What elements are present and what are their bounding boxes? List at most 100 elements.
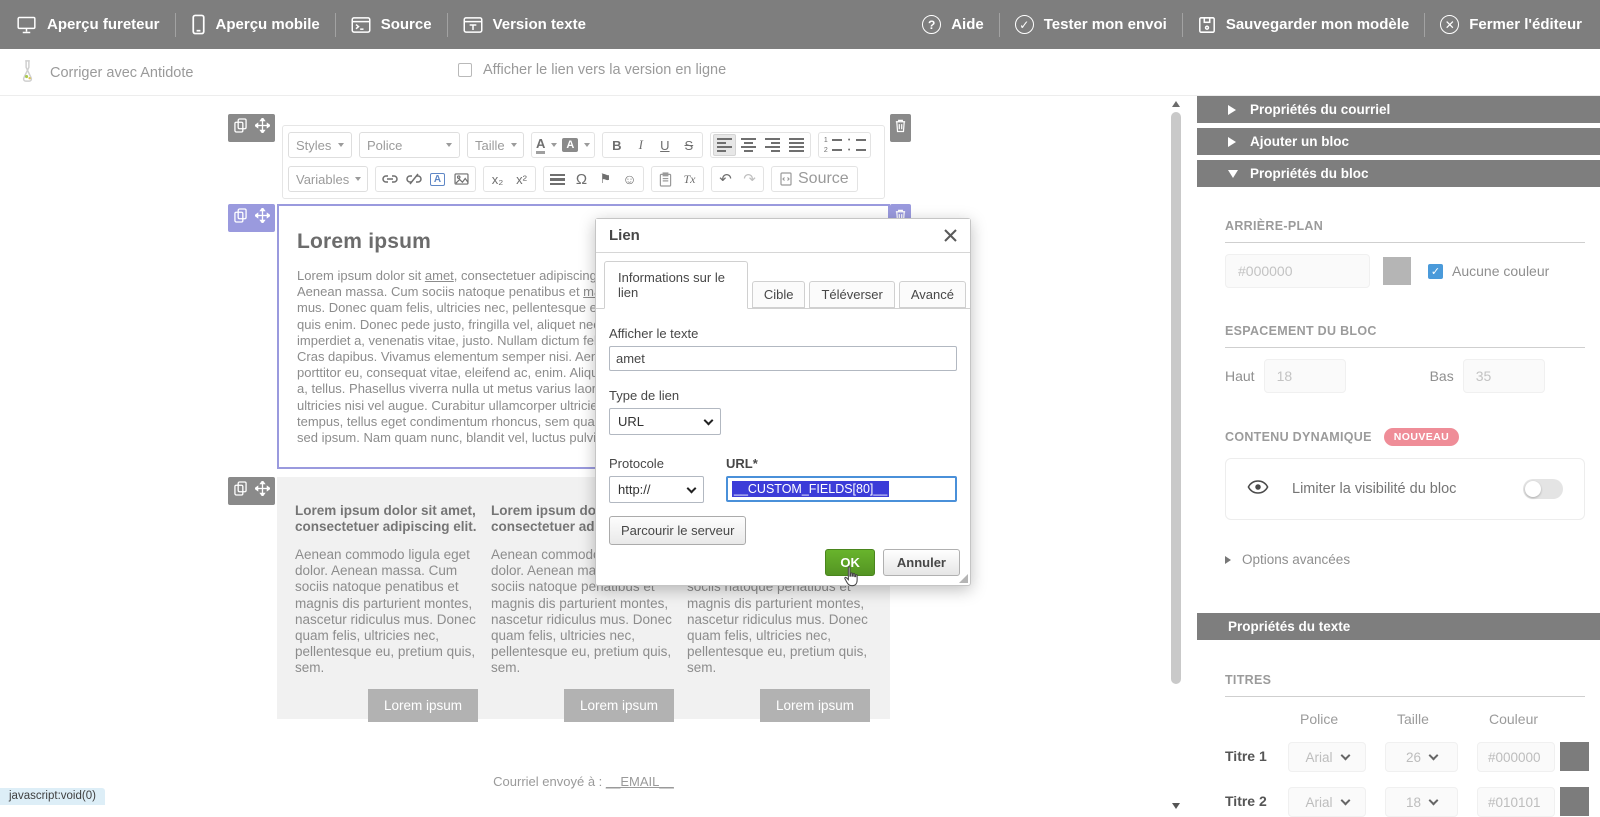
undo-button[interactable]: ↶ bbox=[714, 168, 737, 190]
title2-color-input[interactable]: #010101 bbox=[1477, 787, 1555, 817]
chevron-down-icon bbox=[584, 143, 591, 147]
align-right-button[interactable] bbox=[761, 134, 784, 156]
column-button[interactable]: Lorem ipsum bbox=[759, 688, 870, 722]
resize-grip[interactable] bbox=[959, 574, 968, 583]
clean-group: Tx bbox=[651, 166, 704, 192]
align-left-button[interactable] bbox=[713, 134, 737, 156]
url-input[interactable]: __CUSTOM_FIELDS[80]__ bbox=[726, 476, 957, 502]
column-button[interactable]: Lorem ipsum bbox=[367, 688, 478, 722]
block-handle-columns[interactable] bbox=[228, 477, 275, 505]
section-email-properties[interactable]: Propriétés du courriel bbox=[1197, 96, 1600, 123]
cancel-button[interactable]: Annuler bbox=[882, 549, 960, 576]
chevron-down-icon bbox=[1340, 795, 1350, 805]
tab-upload[interactable]: Téléverser bbox=[809, 281, 895, 308]
bold-button[interactable]: B bbox=[605, 134, 628, 156]
chevron-down-icon bbox=[703, 415, 714, 425]
tab-advanced[interactable]: Avancé bbox=[898, 281, 966, 308]
link-button[interactable] bbox=[378, 168, 401, 190]
special-char-button[interactable]: Ω bbox=[570, 168, 593, 190]
test-send-button[interactable]: ✓ Tester mon envoi bbox=[1014, 15, 1167, 34]
underline-button[interactable]: U bbox=[653, 134, 676, 156]
police-dropdown[interactable]: Police bbox=[359, 132, 460, 158]
title1-color-input[interactable]: #000000 bbox=[1477, 742, 1555, 772]
source-button[interactable]: Source bbox=[771, 166, 858, 192]
taille-dropdown[interactable]: Taille bbox=[467, 132, 524, 158]
flag-button[interactable]: ⚑ bbox=[594, 168, 617, 190]
superscript-button[interactable]: x² bbox=[510, 168, 533, 190]
protocol-select[interactable]: http:// bbox=[609, 476, 704, 503]
section-text-properties[interactable]: Propriétés du texte bbox=[1197, 613, 1600, 640]
redo-button[interactable]: ↷ bbox=[738, 168, 761, 190]
protocol-label: Protocole bbox=[609, 456, 664, 471]
no-color-checkbox[interactable] bbox=[1428, 263, 1443, 279]
paste-button[interactable] bbox=[654, 168, 677, 190]
spacing-top-input[interactable] bbox=[1263, 359, 1346, 393]
scrollbar-thumb[interactable] bbox=[1171, 112, 1181, 684]
link-type-select[interactable]: URL bbox=[609, 408, 721, 435]
preview-mobile-button[interactable]: Aperçu mobile bbox=[191, 14, 320, 35]
display-text-input[interactable] bbox=[609, 346, 957, 371]
preview-browser-button[interactable]: Aperçu fureteur bbox=[16, 15, 160, 35]
paragraph-part: Lorem ipsum dolor sit bbox=[297, 268, 425, 283]
text-color-button[interactable]: A bbox=[534, 134, 559, 156]
styles-dropdown[interactable]: Styles bbox=[288, 132, 352, 158]
delete-block-toolbar-button[interactable] bbox=[890, 114, 911, 142]
text-version-button[interactable]: Version texte bbox=[463, 16, 586, 34]
remove-format-button[interactable]: Tx bbox=[678, 168, 701, 190]
browse-server-button[interactable]: Parcourir le serveur bbox=[609, 516, 747, 545]
chevron-down-icon bbox=[355, 177, 362, 181]
align-justify-button[interactable] bbox=[785, 134, 808, 156]
close-editor-button[interactable]: ✕ Fermer l'éditeur bbox=[1440, 15, 1582, 34]
italic-button[interactable]: I bbox=[629, 134, 652, 156]
source-button-top[interactable]: Source bbox=[351, 16, 432, 34]
police-dropdown-label: Police bbox=[367, 137, 403, 153]
section-add-block[interactable]: Ajouter un bloc bbox=[1197, 128, 1600, 155]
spacing-bottom-input[interactable] bbox=[1462, 359, 1545, 393]
anchor-button[interactable]: A bbox=[426, 168, 449, 190]
title1-color-swatch[interactable] bbox=[1560, 742, 1589, 771]
ok-button[interactable]: OK bbox=[825, 549, 875, 576]
scroll-up-arrow-icon[interactable] bbox=[1172, 101, 1180, 107]
title2-size-select[interactable]: 18 bbox=[1385, 787, 1458, 817]
dialog-title-bar[interactable]: Lien bbox=[596, 219, 970, 253]
online-version-checkbox[interactable] bbox=[458, 63, 472, 77]
save-template-button[interactable]: Sauvegarder mon modèle bbox=[1198, 16, 1409, 34]
strikethrough-button[interactable]: S bbox=[677, 134, 700, 156]
visibility-toggle[interactable] bbox=[1523, 479, 1563, 499]
bg-color-button[interactable]: A bbox=[560, 134, 592, 156]
tab-target[interactable]: Cible bbox=[751, 281, 806, 308]
horizontal-rule-button[interactable] bbox=[546, 168, 569, 190]
title2-font-select[interactable]: Arial bbox=[1288, 787, 1366, 817]
antidote-button[interactable]: Corriger avec Antidote bbox=[18, 59, 193, 87]
subscript-button[interactable]: x₂ bbox=[486, 168, 509, 190]
scroll-down-arrow-icon[interactable] bbox=[1172, 803, 1180, 809]
background-color-row: Aucune couleur bbox=[1225, 254, 1585, 288]
image-button[interactable] bbox=[450, 168, 473, 190]
online-version-option[interactable]: Afficher le lien vers la version en lign… bbox=[458, 62, 726, 78]
background-color-input[interactable] bbox=[1225, 254, 1370, 288]
section-block-properties[interactable]: Propriétés du bloc bbox=[1197, 160, 1600, 187]
unlink-button[interactable] bbox=[402, 168, 425, 190]
amet-link[interactable]: amet bbox=[425, 268, 454, 283]
title2-color-swatch[interactable] bbox=[1560, 787, 1589, 816]
block-handle-text[interactable] bbox=[228, 204, 275, 232]
align-center-button[interactable] bbox=[737, 134, 760, 156]
numbered-list-button[interactable]: 12 bbox=[821, 134, 844, 156]
title1-font-select[interactable]: Arial bbox=[1288, 742, 1366, 772]
background-color-swatch[interactable] bbox=[1383, 257, 1411, 285]
email-variable-link[interactable]: __EMAIL__ bbox=[606, 774, 674, 789]
eye-icon bbox=[1247, 479, 1269, 499]
help-button[interactable]: ? Aide bbox=[922, 15, 984, 34]
variables-dropdown[interactable]: Variables bbox=[288, 166, 368, 192]
tab-link-info[interactable]: Informations sur le lien bbox=[604, 261, 748, 309]
vertical-scrollbar[interactable] bbox=[1168, 96, 1185, 817]
block-handle-toolbar[interactable] bbox=[228, 114, 275, 142]
advanced-options-link[interactable]: Options avancées bbox=[1225, 552, 1585, 567]
smiley-button[interactable]: ☺ bbox=[618, 168, 641, 190]
dialog-close-button[interactable] bbox=[944, 229, 957, 242]
column-button[interactable]: Lorem ipsum bbox=[563, 688, 674, 722]
bulleted-list-button[interactable]: • • bbox=[845, 134, 868, 156]
chevron-down-icon bbox=[1428, 795, 1439, 805]
expanded-triangle-icon bbox=[1228, 169, 1238, 178]
title1-size-select[interactable]: 26 bbox=[1385, 742, 1458, 772]
